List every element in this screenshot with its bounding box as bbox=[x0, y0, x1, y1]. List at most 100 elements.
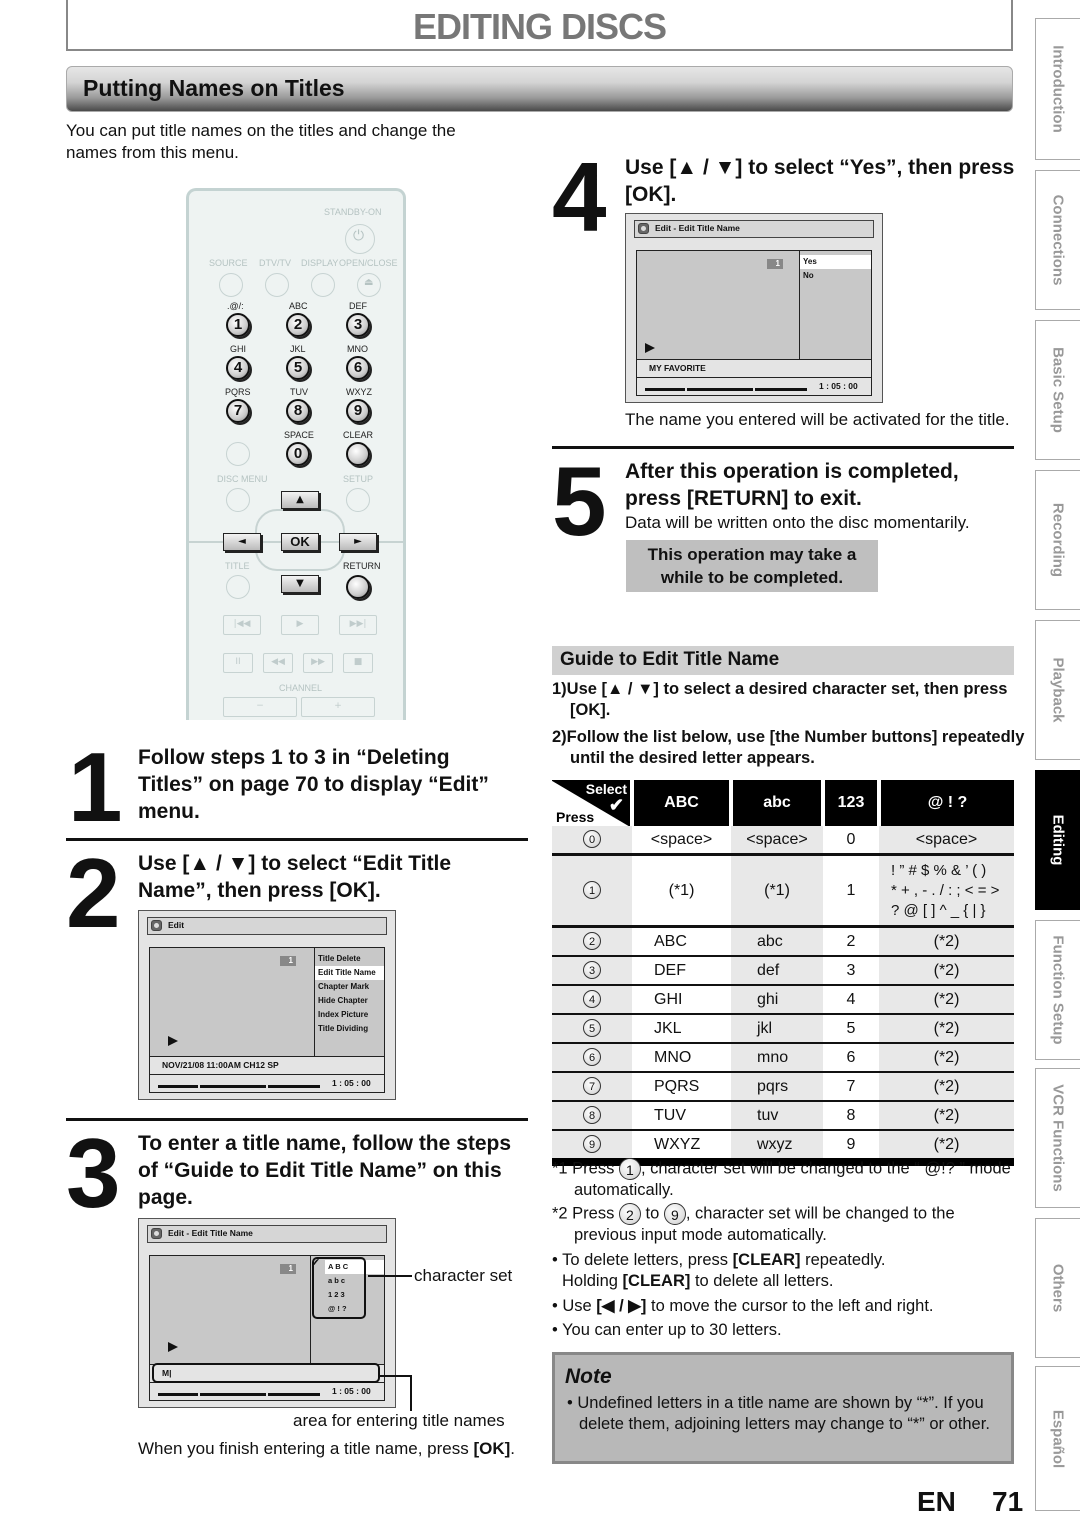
right-arrow-icon: ► bbox=[354, 536, 362, 547]
skip-back-button[interactable]: |◀◀ bbox=[223, 615, 261, 635]
number-button-7[interactable]: 7 bbox=[226, 399, 250, 423]
side-tab-connections[interactable]: Connections bbox=[1035, 170, 1080, 310]
confirm-screen: Edit - Edit Title Name 1 Yes No MY FAVOR… bbox=[625, 213, 883, 403]
bullet-bold: [◀ / ▶] bbox=[596, 1297, 647, 1315]
number-button-1[interactable]: 1 bbox=[226, 313, 250, 337]
power-icon: ⏻ bbox=[353, 228, 365, 244]
side-tab-basic-setup[interactable]: Basic Setup bbox=[1035, 320, 1080, 460]
menu-item-title-dividing[interactable]: Title Dividing bbox=[315, 1022, 384, 1036]
note-box: Note • Undefined letters in a title name… bbox=[552, 1352, 1014, 1464]
dtvtv-button[interactable] bbox=[265, 273, 289, 297]
menu-item-hide-chapter[interactable]: Hide Chapter bbox=[315, 994, 384, 1008]
open-close-button[interactable]: ⏏ bbox=[357, 273, 381, 297]
title-number-badge: 1 bbox=[767, 259, 783, 269]
section-title: Putting Names on Titles bbox=[83, 75, 345, 101]
title-name-input[interactable]: M| bbox=[162, 1368, 171, 1378]
side-tab-label: Connections bbox=[1049, 194, 1067, 286]
pause-button[interactable]: II bbox=[223, 653, 253, 673]
display-button[interactable] bbox=[311, 273, 335, 297]
return-label: RETURN bbox=[343, 561, 381, 571]
standby-label: STANDBY-ON bbox=[324, 207, 382, 217]
callout-line bbox=[378, 1375, 412, 1377]
display-label: DISPLAY bbox=[301, 258, 339, 268]
power-button[interactable]: ⏻ bbox=[345, 224, 375, 254]
number-button-9[interactable]: 9 bbox=[346, 399, 370, 423]
menu-item-chapter-mark[interactable]: Chapter Mark bbox=[315, 980, 384, 994]
clear-button[interactable] bbox=[346, 442, 370, 466]
side-tab-español[interactable]: Español bbox=[1035, 1366, 1080, 1511]
side-tab-introduction[interactable]: Introduction bbox=[1035, 18, 1080, 160]
number-button-5[interactable]: 5 bbox=[286, 356, 310, 380]
lowercase-cell: abc bbox=[731, 926, 823, 957]
channel-down-button[interactable]: − bbox=[223, 697, 297, 717]
step-3-text: To enter a title name, follow the steps … bbox=[138, 1132, 512, 1209]
number-button-icon: 7 bbox=[583, 1077, 601, 1096]
side-tab-recording[interactable]: Recording bbox=[1035, 470, 1080, 610]
key-2-letters: ABC bbox=[289, 301, 308, 311]
menu-item-title-delete[interactable]: Title Delete bbox=[315, 952, 384, 966]
side-tab-playback[interactable]: Playback bbox=[1035, 620, 1080, 760]
step-1-number: 1 bbox=[68, 732, 122, 842]
number-button-2[interactable]: 2 bbox=[286, 313, 310, 337]
intro-text: You can put title names on the titles an… bbox=[66, 121, 456, 162]
number-button-3[interactable]: 3 bbox=[346, 313, 370, 337]
rewind-button[interactable]: ◀◀ bbox=[263, 653, 293, 673]
play-button[interactable]: ▶ bbox=[281, 615, 319, 635]
up-arrow-button[interactable]: ▲ bbox=[281, 491, 319, 509]
number-button-8[interactable]: 8 bbox=[286, 399, 310, 423]
side-tab-others[interactable]: Others bbox=[1035, 1218, 1080, 1358]
table-corner-header: Select ✔ Press bbox=[552, 780, 632, 826]
press-cell: 6 bbox=[552, 1043, 632, 1073]
skip-forward-button[interactable]: ▶▶| bbox=[339, 615, 377, 635]
number-button-0[interactable]: 0 bbox=[286, 442, 310, 466]
return-button[interactable] bbox=[346, 575, 370, 599]
menu-item-index-picture[interactable]: Index Picture bbox=[315, 1008, 384, 1022]
uppercase-cell: MNO bbox=[632, 1043, 731, 1073]
header-numbers: 123 bbox=[821, 780, 879, 826]
channel-up-button[interactable]: + bbox=[301, 697, 375, 717]
side-tab-label: Recording bbox=[1049, 502, 1067, 578]
side-tab-vcr-functions[interactable]: VCR Functions bbox=[1035, 1068, 1080, 1208]
disc-menu-label: DISC MENU bbox=[217, 474, 268, 484]
play-icon bbox=[645, 343, 655, 353]
step-4-text: Use [▲ / ▼] to select “Yes”, then press … bbox=[625, 156, 1015, 206]
number-button-icon: 8 bbox=[583, 1106, 601, 1125]
title-button[interactable] bbox=[226, 575, 250, 599]
number-button-4[interactable]: 4 bbox=[226, 356, 250, 380]
left-arrow-button[interactable]: ◄ bbox=[223, 533, 261, 551]
stop-button[interactable]: ■ bbox=[343, 653, 373, 673]
info-box: This operation may take a while to be co… bbox=[626, 540, 878, 592]
press-cell: 5 bbox=[552, 1014, 632, 1044]
uppercase-cell: (*1) bbox=[632, 854, 731, 928]
number-button-icon: 4 bbox=[583, 990, 601, 1009]
dot-button[interactable] bbox=[226, 442, 250, 466]
button-9-icon: 9 bbox=[663, 1203, 686, 1225]
disc-menu-button[interactable] bbox=[226, 488, 250, 512]
number-button-icon: 0 bbox=[583, 830, 601, 849]
bullet-bold: [CLEAR] bbox=[732, 1251, 801, 1269]
ok-button[interactable]: OK bbox=[281, 533, 319, 551]
setup-button[interactable] bbox=[346, 488, 370, 512]
fast-forward-button[interactable]: ▶▶ bbox=[303, 653, 333, 673]
menu-item-edit-title-name[interactable]: Edit Title Name bbox=[315, 966, 384, 980]
header-lowercase: abc bbox=[729, 780, 823, 826]
number-button-6[interactable]: 6 bbox=[346, 356, 370, 380]
table-row: 7 PQRS pqrs 7 (*2) bbox=[552, 1072, 1014, 1102]
down-arrow-button[interactable]: ▼ bbox=[281, 575, 319, 593]
bullet-text: to move the cursor to the left and right… bbox=[646, 1297, 934, 1315]
footer-text: When you finish entering a title name, p… bbox=[138, 1439, 474, 1458]
side-tab-editing[interactable]: Editing bbox=[1035, 770, 1080, 910]
symbol-cell: (*2) bbox=[879, 956, 1014, 986]
source-button[interactable] bbox=[219, 273, 243, 297]
key-6-letters: MNO bbox=[347, 344, 368, 354]
page-number: 71 bbox=[992, 1486, 1024, 1517]
side-tab-function-setup[interactable]: Function Setup bbox=[1035, 920, 1080, 1060]
step-3-footer: When you finish entering a title name, p… bbox=[138, 1439, 515, 1459]
osd-title: Edit - Edit Title Name bbox=[168, 1228, 253, 1238]
down-arrow-icon: ▼ bbox=[296, 578, 304, 589]
right-arrow-button[interactable]: ► bbox=[339, 533, 377, 551]
guide-header: Guide to Edit Title Name bbox=[552, 646, 1014, 675]
character-table: Select ✔ Press ABC abc 123 @ ! ? 0 <space… bbox=[552, 780, 1014, 1166]
option-no[interactable]: No bbox=[800, 269, 871, 283]
option-yes[interactable]: Yes bbox=[800, 255, 871, 269]
